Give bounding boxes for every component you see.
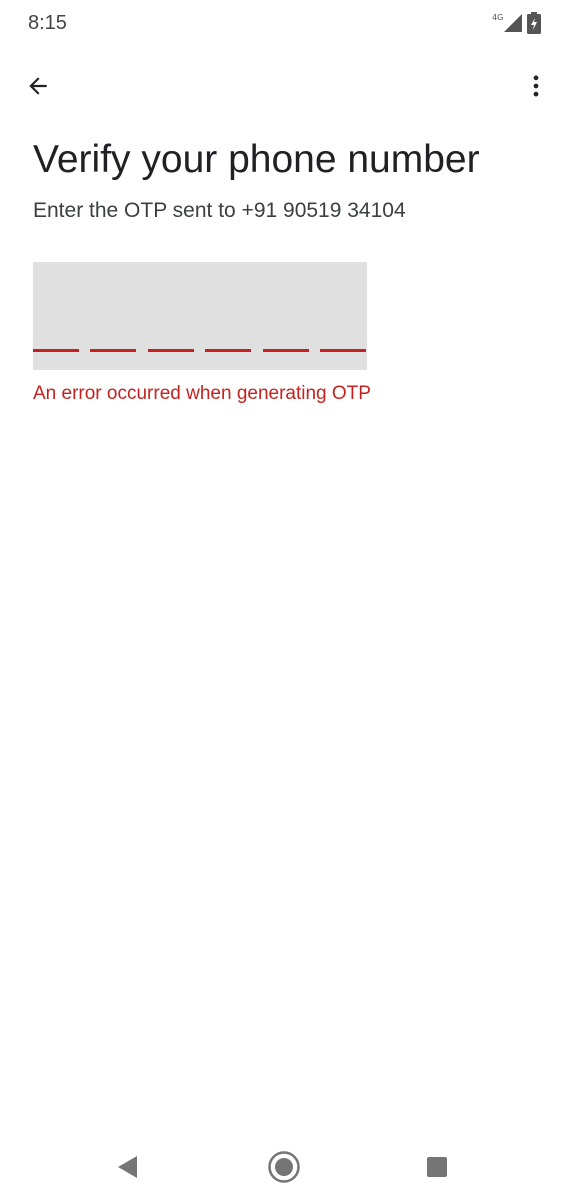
error-message: An error occurred when generating OTP [33,383,371,404]
nav-back-button[interactable] [106,1145,150,1189]
nav-home-icon [268,1151,300,1183]
more-options-button[interactable] [514,64,558,108]
otp-digit-slot [205,349,251,352]
nav-back-icon [118,1156,137,1178]
otp-verification-screen: 8:15 4G Verify your phone number Enter t… [0,0,568,1200]
battery-icon [527,12,541,34]
nav-home-button[interactable] [262,1145,306,1189]
nav-recents-icon [427,1157,447,1177]
nav-recents-button[interactable] [415,1145,459,1189]
network-type-label: 4G [492,13,504,22]
otp-digit-slot [263,349,309,352]
more-vert-icon [533,75,539,97]
status-time: 8:15 [28,12,67,34]
signal-icon [504,14,522,32]
arrow-back-icon [29,77,47,95]
status-bar: 8:15 4G [0,0,568,48]
back-button[interactable] [16,64,60,108]
otp-digit-slot [90,349,136,352]
otp-input-field[interactable] [33,262,367,370]
page-title: Verify your phone number [33,138,480,181]
otp-digit-slot [148,349,194,352]
otp-digit-slot [33,349,79,352]
otp-digit-slot [320,349,366,352]
page-subtitle: Enter the OTP sent to +91 90519 34104 [33,199,406,222]
